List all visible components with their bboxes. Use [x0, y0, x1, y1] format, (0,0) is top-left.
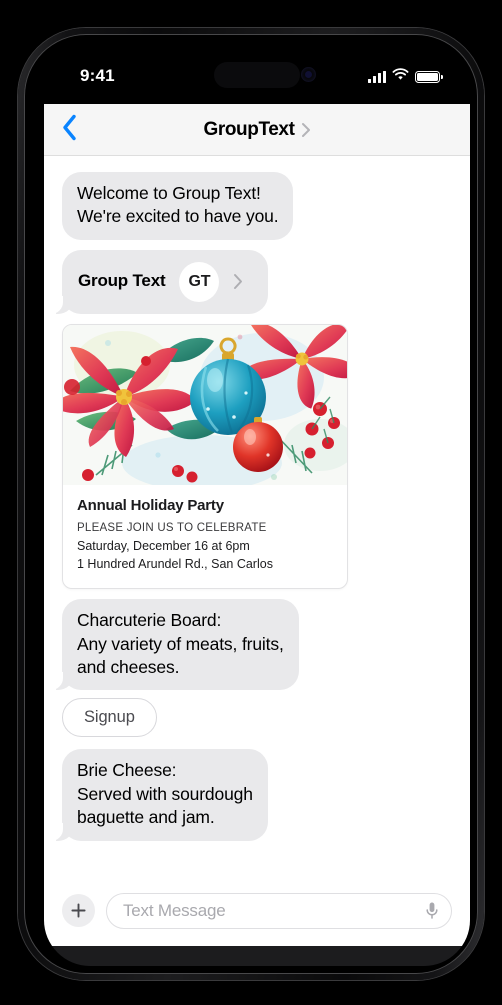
message-row: Group Text GT: [44, 249, 470, 314]
message-row: Annual Holiday Party PLEASE JOIN US TO C…: [44, 323, 470, 590]
plus-icon[interactable]: [62, 894, 95, 927]
front-camera-icon: [301, 67, 316, 82]
message-thread[interactable]: Welcome to Group Text! We're excited to …: [44, 156, 470, 874]
message-line: baguette and jam.: [77, 807, 215, 828]
event-date: Saturday, December 16 at 6pm: [77, 538, 250, 553]
message-line: and cheeses.: [77, 657, 180, 677]
event-address: 1 Hundred Arundel Rd., San Carlos: [77, 557, 273, 571]
contact-card-bubble[interactable]: Group Text GT: [51, 249, 268, 314]
message-row: Signup: [44, 698, 470, 738]
message-line: Served with sourdough: [77, 783, 253, 804]
search-input[interactable]: Text Message: [106, 892, 452, 929]
signup-button[interactable]: Signup: [62, 698, 157, 738]
back-chevron-icon[interactable]: [62, 114, 77, 145]
message-row: Brie Cheese: Served with sourdough bague…: [44, 749, 470, 842]
message-bubble-brie[interactable]: Brie Cheese: Served with sourdough bague…: [51, 749, 268, 842]
event-invitation-card[interactable]: Annual Holiday Party PLEASE JOIN US TO C…: [62, 323, 348, 590]
message-row: Welcome to Group Text! We're excited to …: [44, 172, 470, 240]
conversation-title-label: GroupText: [203, 118, 295, 140]
phone-bezel: 9:41 GroupText Welcome to Group Text! We…: [24, 34, 478, 974]
event-title: Annual Holiday Party: [77, 496, 224, 514]
contact-name-label: Group Text: [78, 271, 166, 291]
message-line: Brie Cheese:: [77, 760, 177, 781]
message-line: We're excited to have you.: [77, 206, 279, 227]
wifi-icon: [392, 68, 409, 86]
phone-frame: 9:41 GroupText Welcome to Group Text! We…: [18, 28, 484, 980]
message-bubble-charcuterie[interactable]: Charcuterie Board: Any variety of meats,…: [51, 599, 299, 691]
microphone-icon[interactable]: [425, 901, 439, 920]
phone-screen: 9:41 GroupText Welcome to Group Text! We…: [44, 54, 470, 966]
dynamic-island: [214, 62, 300, 88]
home-indicator-area: [44, 946, 470, 966]
chevron-right-icon: [301, 122, 311, 138]
status-bar-time: 9:41: [80, 66, 115, 85]
status-bar: 9:41: [44, 54, 470, 104]
message-input-placeholder: Text Message: [123, 900, 226, 920]
message-line: Any variety of meats, fruits,: [77, 633, 284, 654]
navigation-bar: GroupText: [44, 104, 470, 156]
screenshot-canvas: 9:41 GroupText Welcome to Group Text! We…: [0, 0, 502, 1005]
chevron-right-icon: [233, 273, 243, 290]
message-bubble-welcome[interactable]: Welcome to Group Text! We're excited to …: [62, 172, 294, 240]
holiday-illustration: [63, 324, 347, 485]
message-line: Charcuterie Board:: [77, 610, 222, 631]
message-line: Welcome to Group Text!: [77, 183, 261, 203]
status-bar-indicators: [368, 68, 443, 86]
event-card-body: Annual Holiday Party PLEASE JOIN US TO C…: [63, 485, 347, 588]
battery-icon: [415, 71, 443, 83]
event-kicker: PLEASE JOIN US TO CELEBRATE: [77, 521, 267, 534]
conversation-title[interactable]: GroupText: [203, 119, 310, 141]
cellular-signal-icon: [368, 71, 386, 83]
avatar: GT: [179, 261, 220, 302]
message-row: Charcuterie Board: Any variety of meats,…: [44, 599, 470, 691]
message-input-bar: Text Message: [44, 874, 470, 946]
